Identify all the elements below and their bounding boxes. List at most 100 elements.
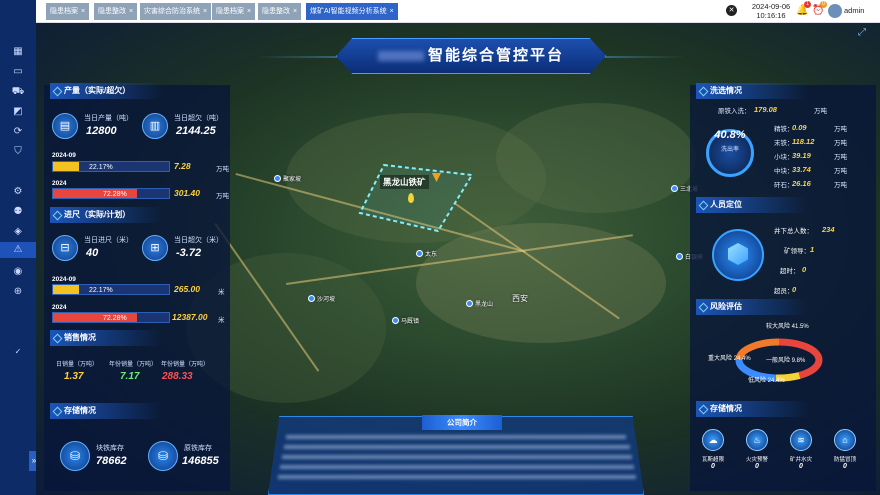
map-terrain [416, 223, 666, 343]
risk-normal-label: 一般风险 9.8% [766, 358, 806, 364]
water-icon[interactable]: ≋ [790, 429, 812, 451]
advance-deficit-icon: ⊞ [142, 235, 168, 261]
tab-ai-video[interactable]: 煤矿AI智能视频分析系统 × [306, 3, 398, 20]
map-pin[interactable] [308, 295, 315, 302]
wash-item-value: 39.19 [792, 151, 811, 160]
map-pin[interactable] [671, 185, 678, 192]
storage-item-value: 0 [711, 463, 715, 470]
wash-item-label: 精铁： [774, 126, 794, 133]
production-title: 产量（实际/超欠） [50, 83, 162, 99]
wash-item-value: 33.74 [792, 165, 811, 174]
deficit-icon: ▥ [142, 113, 168, 139]
advance-month-value: 265.00 [174, 284, 200, 294]
tab-close-icon[interactable]: × [293, 8, 297, 15]
globe-icon[interactable]: ⊕ [8, 284, 28, 300]
daily-deficit-value: 2144.25 [176, 125, 216, 137]
sales-title: 销售情况 [50, 330, 162, 346]
close-all-icon[interactable]: ✕ [726, 5, 737, 16]
monitor-icon[interactable]: ▭ [8, 64, 28, 80]
video-icon[interactable]: ◉ [8, 264, 28, 280]
company-text-blurred [284, 445, 630, 449]
map-place: 聚家坡 [283, 177, 302, 183]
username[interactable]: admin [844, 6, 864, 15]
personnel-title: 人员定位 [696, 197, 808, 213]
risk-major-label: 较大风险 41.5% [766, 324, 809, 330]
personnel-total-label: 井下总人数： [774, 228, 813, 235]
fullscreen-icon[interactable]: ⤢ [858, 27, 866, 38]
production-month-unit: 万吨 [216, 166, 229, 173]
block-stock-value: 78662 [96, 455, 127, 467]
map-pin[interactable] [392, 317, 399, 324]
raw-stock-label: 原铁库存 [184, 445, 212, 452]
tab-hazard-archive-2[interactable]: 隐患档案 × [212, 3, 256, 20]
sales-yearly-value: 288.33 [162, 371, 193, 382]
avatar[interactable] [828, 4, 842, 18]
output-icon: ▤ [52, 113, 78, 139]
title-prefix-blurred [377, 51, 424, 62]
tab-hazard-rectify[interactable]: 隐患整改 × [94, 3, 138, 20]
tab-close-icon[interactable]: × [247, 8, 251, 15]
map-pin[interactable] [676, 253, 683, 260]
gas-icon[interactable]: ☁ [702, 429, 724, 451]
wash-item-value: 118.12 [792, 137, 815, 146]
warning-icon[interactable]: ⚠ [0, 242, 36, 258]
map-pin[interactable] [274, 175, 281, 182]
risk-critical-label: 重大风险 24.4% [708, 356, 751, 362]
truck-icon[interactable]: ⛟ [8, 84, 28, 100]
datetime: 2024-09-06 10:16:16 [751, 2, 791, 20]
collapse-arrow-icon[interactable]: ✓ [8, 344, 28, 360]
map-pin[interactable] [466, 300, 473, 307]
tab-close-icon[interactable]: × [203, 8, 207, 15]
risk-low-label: 低风险 24.4% [748, 378, 785, 384]
sidebar: ▦ ▭ ⛟ ◩ ⟳ ⛉ ⚙ ⚉ ◈ ⚠ ◉ ⊕ ✓ [0, 0, 36, 495]
advance-month-bar: 22.17% [52, 284, 170, 295]
map-place: 西安 [512, 294, 528, 303]
daily-deficit-label: 当日超欠（吨） [174, 115, 223, 122]
risk-title: 风险评估 [696, 299, 808, 315]
tab-close-icon[interactable]: × [129, 8, 133, 15]
tab-close-icon[interactable]: × [390, 8, 394, 15]
user-icon[interactable]: ⚉ [8, 204, 28, 220]
roof-icon[interactable]: ⌂ [834, 429, 856, 451]
company-text-blurred [278, 475, 636, 479]
storage-item-label: 瓦斯超限 [701, 457, 724, 463]
storage-item-value: 0 [799, 463, 803, 470]
wash-item-unit: 万吨 [834, 126, 847, 133]
chart-icon[interactable]: ◩ [8, 104, 28, 120]
production-month-fill [53, 162, 79, 171]
storage-left-title: 存储情况 [50, 403, 162, 419]
wash-item-unit: 万吨 [834, 182, 847, 189]
personnel-leader-value: 1 [810, 245, 815, 254]
wash-item-value: 0.09 [792, 123, 807, 132]
tab-hazard-archive[interactable]: 隐患档案 × [46, 3, 90, 20]
tab-close-icon[interactable]: × [81, 8, 85, 15]
mine-boundary[interactable] [356, 153, 476, 233]
advance-month-unit: 米 [218, 289, 225, 296]
top-bar: 隐患档案 × 隐患整改 × 灾害综合防治系统 × 隐患档案 × 隐患整改 × 煤矿AI智能… [36, 0, 880, 23]
gear-icon[interactable]: ⚙ [8, 184, 28, 200]
tab-hazard-rectify-2[interactable]: 隐患整改 × [258, 3, 302, 20]
daily-output-value: 12800 [86, 125, 117, 137]
personnel-overcrew-label: 超员： [774, 288, 794, 295]
production-month-bar: 22.17% [52, 161, 170, 172]
raw-stock-value: 146855 [182, 455, 219, 467]
link-icon[interactable]: ⟳ [8, 124, 28, 140]
advance-daily-label: 当日进尺（米） [84, 237, 133, 244]
personnel-overtime-value: 0 [802, 265, 807, 274]
mine-name-label[interactable]: 黑龙山铁矿 [380, 175, 429, 189]
tab-disaster-system[interactable]: 灾害综合防治系统 × [140, 3, 212, 20]
layers-icon[interactable]: ◈ [8, 224, 28, 240]
wash-rate-value: 40.8% [714, 129, 746, 141]
shield-icon[interactable]: ⛉ [8, 144, 28, 160]
advance-year-unit: 米 [218, 317, 225, 324]
production-month-pct: 22.17% [89, 164, 113, 171]
dashboard: 聚家坡 白银峡 太东 沙河坡 马厩镇 黑龙山 西安 三北坡 黑龙山铁矿 智能综合… [36, 23, 880, 495]
map-location-icon [408, 193, 414, 203]
wash-item-label: 中块： [774, 168, 794, 175]
fire-icon[interactable]: ♨ [746, 429, 768, 451]
map-pin[interactable] [416, 250, 423, 257]
sales-monthly-label: 年份销量（万吨） [109, 362, 158, 368]
alarm-badge: 0 [820, 1, 827, 8]
grid-icon[interactable]: ▦ [8, 44, 28, 60]
block-stock-label: 块铁库存 [96, 445, 124, 452]
